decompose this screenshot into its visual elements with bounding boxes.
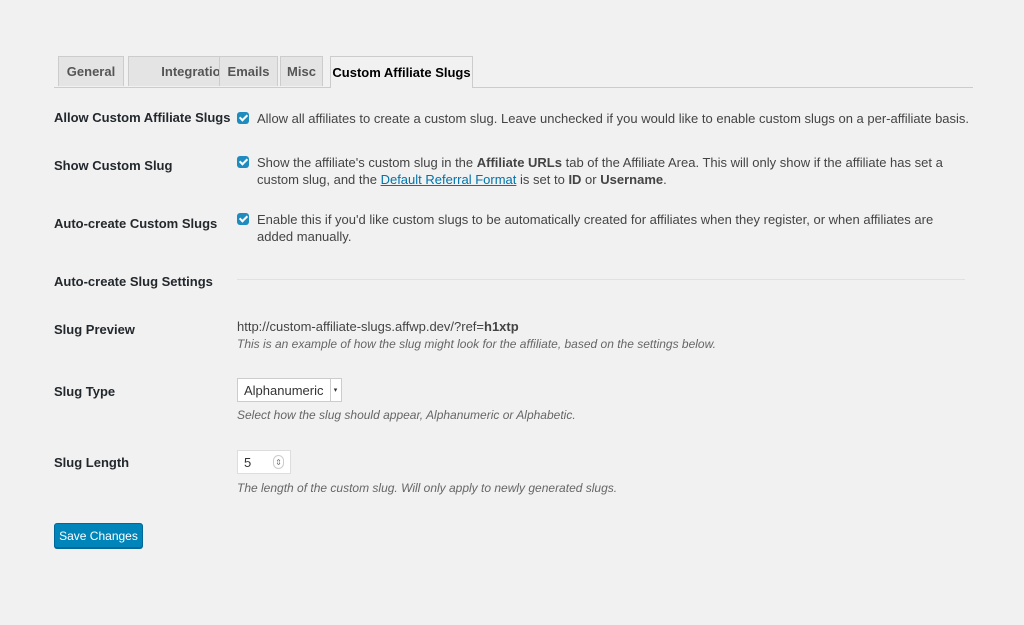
show-text-part: .: [663, 172, 667, 187]
show-text-part: or: [581, 172, 601, 187]
slug-type-field: Alphanumeric ▾ Select how the slug shoul…: [237, 378, 957, 424]
show-text-part: is set to: [516, 172, 569, 187]
slug-length-description: The length of the custom slug. Will only…: [237, 481, 618, 495]
tab-misc[interactable]: Misc: [280, 56, 323, 86]
slug-length-label: Slug Length: [54, 455, 130, 470]
allow-custom-slugs-field: Allow all affiliates to create a custom …: [237, 110, 972, 127]
slug-length-field: 5 ⇕ The length of the custom slug. Will …: [237, 450, 957, 497]
allow-custom-slugs-checkbox[interactable]: [237, 112, 249, 124]
tab-general[interactable]: General: [58, 56, 124, 86]
slug-preview-url: http://custom-affiliate-slugs.affwp.dev/…: [237, 318, 957, 335]
allow-custom-slugs-label: Allow Custom Affiliate Slugs: [54, 110, 231, 125]
section-divider: [237, 279, 965, 280]
id-bold: ID: [568, 172, 582, 187]
auto-create-slugs-checkbox[interactable]: [237, 213, 249, 225]
allow-custom-slugs-text: Allow all affiliates to create a custom …: [257, 111, 970, 126]
show-custom-slug-text: Show the affiliate's custom slug in the …: [257, 154, 947, 188]
slug-length-input[interactable]: 5 ⇕: [237, 450, 291, 474]
auto-create-slug-settings-heading: Auto-create Slug Settings: [54, 274, 213, 289]
save-changes-button[interactable]: Save Changes: [54, 523, 143, 548]
slug-type-label: Slug Type: [54, 384, 116, 399]
settings-tabs: General Integrations Emails Misc Custom …: [54, 56, 973, 88]
slug-preview-prefix: http://custom-affiliate-slugs.affwp.dev/…: [237, 319, 485, 334]
slug-preview-label: Slug Preview: [54, 322, 135, 337]
select-arrow-icon: ▾: [329, 379, 341, 401]
slug-preview-description: This is an example of how the slug might…: [237, 337, 716, 351]
slug-preview-value: h1xtp: [484, 319, 519, 334]
show-text-part: Show the affiliate's custom slug in the: [257, 155, 477, 170]
auto-create-slugs-field: Enable this if you'd like custom slugs t…: [237, 211, 947, 245]
slug-preview-field: http://custom-affiliate-slugs.affwp.dev/…: [237, 318, 957, 353]
auto-create-slugs-text: Enable this if you'd like custom slugs t…: [257, 212, 934, 244]
slug-length-value: 5: [244, 454, 252, 470]
tab-emails[interactable]: Emails: [219, 56, 278, 86]
tab-custom-affiliate-slugs[interactable]: Custom Affiliate Slugs: [330, 56, 473, 88]
auto-create-slugs-label: Auto-create Custom Slugs: [54, 216, 218, 231]
slug-type-description: Select how the slug should appear, Alpha…: [237, 408, 576, 422]
slug-type-select[interactable]: Alphanumeric ▾: [237, 378, 342, 402]
show-custom-slug-field: Show the affiliate's custom slug in the …: [237, 154, 947, 188]
affiliate-urls-bold: Affiliate URLs: [476, 155, 562, 170]
username-bold: Username: [600, 172, 664, 187]
show-custom-slug-label: Show Custom Slug: [54, 158, 173, 173]
show-custom-slug-checkbox[interactable]: [237, 156, 249, 168]
default-referral-format-link[interactable]: Default Referral Format: [381, 172, 517, 187]
slug-type-selected: Alphanumeric: [244, 382, 324, 398]
number-spinner-icon[interactable]: ⇕: [273, 455, 284, 469]
